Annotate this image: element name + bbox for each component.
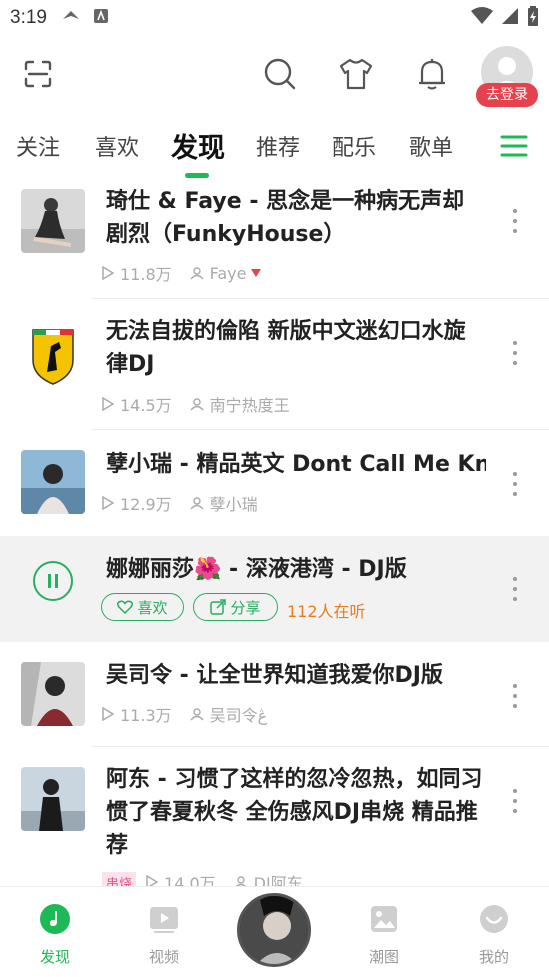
like-label: 喜欢 — [137, 598, 168, 617]
tab-discover[interactable]: 发现 — [171, 126, 225, 165]
nav-gallery[interactable]: 潮图 — [349, 903, 419, 967]
app-notification-icon — [93, 8, 109, 29]
bell-icon[interactable] — [412, 54, 452, 94]
more-icon[interactable] — [506, 789, 524, 813]
song-title: 吴司令 - 让全世界知道我爱你DJ版 — [106, 663, 443, 688]
song-title: 阿东 - 习惯了这样的忽冷忽热，如同习惯了春夏秋冬 全伤感风DJ串烧 精品推荐 — [106, 767, 483, 858]
user-icon — [190, 398, 204, 411]
play-count-value: 11.3万 — [120, 706, 172, 725]
user-icon — [190, 497, 204, 510]
top-toolbar: 去登录 — [0, 40, 549, 110]
more-icon[interactable] — [506, 341, 524, 365]
uploader-name[interactable]: Faye — [210, 264, 247, 283]
listener-count: 112人在听 — [287, 602, 366, 621]
song-cover — [21, 322, 85, 386]
video-icon — [150, 907, 178, 933]
song-title: 孽小瑞 - 精品英文 Dont Call Me Know — [106, 452, 486, 477]
uploader: Faye — [190, 264, 267, 283]
song-title: 无法自拔的倫陷 新版中文迷幻口水旋律DJ — [106, 319, 466, 377]
song-title: 娜娜丽莎🌺 - 深液港湾 - DJ版 — [106, 557, 407, 582]
uploader-name[interactable]: 吴司令ڠ — [210, 702, 268, 726]
play-count-icon — [102, 397, 114, 411]
nav-label: 我的 — [478, 948, 509, 966]
play-count-icon — [102, 266, 114, 280]
nav-discover[interactable]: 发现 — [20, 903, 90, 967]
more-icon[interactable] — [506, 684, 524, 708]
like-button[interactable]: 喜欢 — [101, 593, 184, 621]
song-meta: 14.5万 南宁热度王 — [102, 392, 308, 416]
login-badge[interactable]: 去登录 — [476, 83, 538, 107]
list-item[interactable]: 无法自拔的倫陷 新版中文迷幻口水旋律DJ 14.5万 南宁热度王 — [0, 300, 549, 430]
play-count-icon — [102, 707, 114, 721]
category-tabs: 关注 喜欢 发现 推荐 配乐 歌单 — [0, 118, 549, 182]
user-avatar[interactable]: 去登录 — [476, 46, 538, 107]
pause-icon[interactable] — [33, 561, 73, 601]
uploader: 吴司令ڠ — [190, 702, 268, 726]
play-count-value: 11.8万 — [120, 265, 172, 284]
tab-like[interactable]: 喜欢 — [95, 130, 139, 162]
song-cover — [21, 767, 85, 831]
play-count: 12.9万 — [102, 491, 172, 515]
more-icon[interactable] — [506, 472, 524, 496]
uploader: 孽小瑞 — [190, 491, 258, 515]
song-meta: 11.8万 Faye — [102, 261, 285, 285]
bottom-navigation: 发现 视频 潮图 我的 — [0, 886, 549, 977]
uploader: 南宁热度王 — [190, 392, 290, 416]
notification-icon — [61, 9, 81, 28]
play-count: 14.5万 — [102, 392, 172, 416]
active-tab-indicator — [185, 173, 209, 178]
tab-follow[interactable]: 关注 — [16, 130, 60, 162]
tab-playlist[interactable]: 歌单 — [409, 130, 453, 162]
list-item[interactable]: 琦仕 & Faye - 思念是一种病无声却剧烈（FunkyHouse） 11.8… — [0, 182, 549, 300]
image-icon — [371, 906, 397, 932]
user-icon — [190, 708, 204, 721]
share-icon — [210, 599, 227, 615]
play-count: 11.8万 — [102, 261, 172, 285]
song-cover — [21, 189, 85, 253]
tab-soundtrack[interactable]: 配乐 — [332, 130, 376, 162]
scan-icon[interactable] — [18, 54, 58, 94]
wifi-icon — [471, 6, 493, 30]
user-icon — [190, 267, 204, 280]
more-icon[interactable] — [506, 209, 524, 233]
heart-icon — [117, 600, 134, 614]
nav-video[interactable]: 视频 — [129, 903, 199, 967]
divider — [92, 298, 549, 299]
nav-label: 发现 — [39, 948, 70, 966]
play-count-icon — [102, 496, 114, 510]
play-count-value: 14.5万 — [120, 396, 172, 415]
nav-profile[interactable]: 我的 — [459, 903, 529, 967]
list-item-playing[interactable]: 娜娜丽莎🌺 - 深液港湾 - DJ版 喜欢 分享 112人在听 — [0, 536, 549, 642]
list-item[interactable]: 吴司令 - 让全世界知道我爱你DJ版 11.3万 吴司令ڠ — [0, 642, 549, 747]
share-label: 分享 — [230, 598, 261, 617]
more-icon[interactable] — [506, 577, 524, 601]
song-cover — [21, 450, 85, 514]
triangle-icon — [250, 269, 261, 277]
status-time: 3:19 — [10, 7, 47, 28]
profile-icon — [480, 905, 508, 933]
song-cover — [21, 662, 85, 726]
nav-label: 视频 — [148, 948, 179, 966]
list-item[interactable]: 阿东 - 习惯了这样的忽冷忽热，如同习惯了春夏秋冬 全伤感风DJ串烧 精品推荐 … — [0, 747, 549, 897]
status-bar: 3:19 — [0, 0, 549, 36]
menu-icon[interactable] — [500, 134, 528, 163]
share-button[interactable]: 分享 — [193, 593, 278, 621]
signal-icon — [501, 7, 519, 30]
song-meta: 12.9万 孽小瑞 — [102, 491, 276, 515]
now-playing-disc[interactable] — [237, 893, 311, 967]
shirt-icon[interactable] — [336, 54, 376, 94]
song-meta: 11.3万 吴司令ڠ — [102, 702, 285, 726]
play-count-value: 12.9万 — [120, 495, 172, 514]
uploader-name[interactable]: 南宁热度王 — [210, 392, 290, 416]
search-icon[interactable] — [260, 54, 300, 94]
list-item[interactable]: 孽小瑞 - 精品英文 Dont Call Me Know 12.9万 孽小瑞 — [0, 430, 549, 536]
uploader-name[interactable]: 孽小瑞 — [210, 491, 258, 515]
tab-recommend[interactable]: 推荐 — [256, 130, 300, 162]
play-count: 11.3万 — [102, 702, 172, 726]
music-icon — [40, 904, 70, 934]
nav-label: 潮图 — [368, 948, 399, 966]
battery-icon — [527, 5, 539, 31]
song-title: 琦仕 & Faye - 思念是一种病无声却剧烈（FunkyHouse） — [106, 189, 465, 247]
